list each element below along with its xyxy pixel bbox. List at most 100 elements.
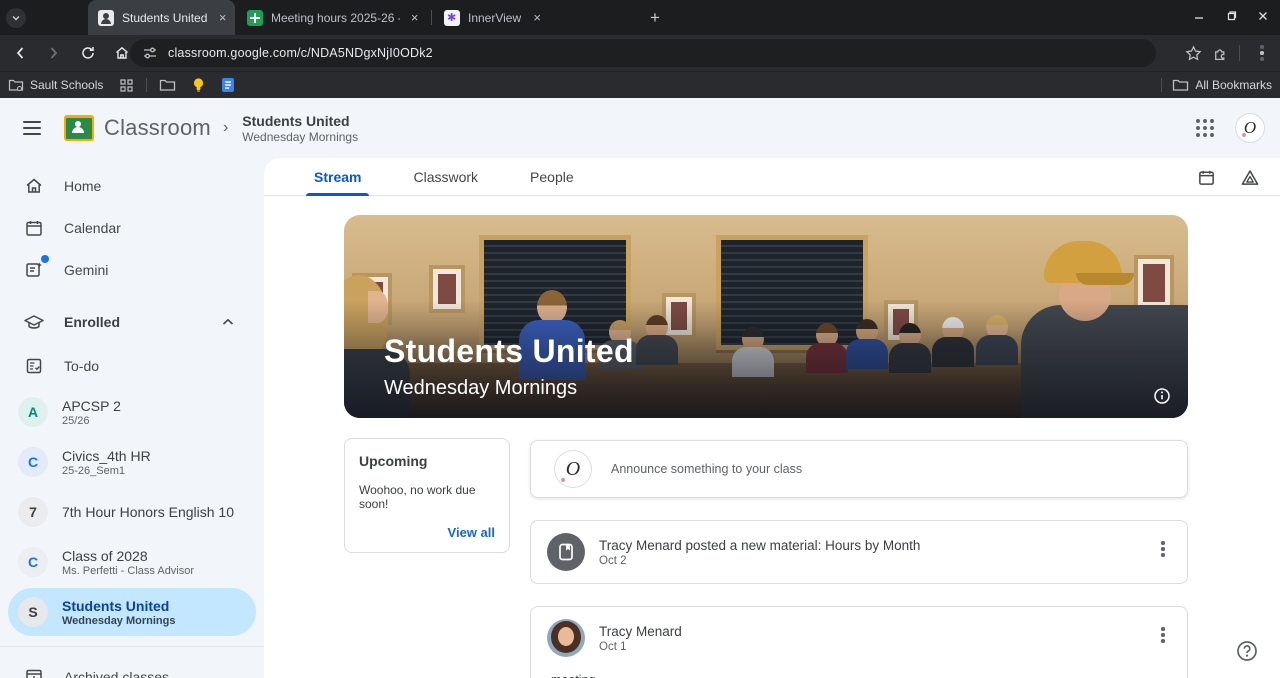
apps-grid-icon <box>120 78 133 92</box>
google-apps-button[interactable] <box>1196 119 1214 137</box>
tab-close-icon[interactable]: × <box>218 10 227 26</box>
info-icon <box>1154 388 1170 404</box>
window-restore-button[interactable] <box>1214 0 1248 32</box>
bookmark-star-button[interactable] <box>1185 44 1202 62</box>
banner-subtitle: Wednesday Mornings <box>384 377 578 399</box>
sidebar-item-gemini[interactable]: Gemini <box>8 250 256 290</box>
archive-icon <box>26 669 42 678</box>
sidebar-class-apcsp2[interactable]: A APCSP 2 25/26 <box>8 388 256 436</box>
collapse-chevron-icon[interactable] <box>222 318 234 326</box>
announcement-placeholder: Announce something to your class <box>611 462 803 476</box>
class-avatar: S <box>18 597 48 627</box>
tab-search-button[interactable] <box>6 8 26 28</box>
home-icon <box>116 46 128 59</box>
stream-item-post[interactable]: Tracy Menard Oct 1 meeting <box>530 606 1188 678</box>
site-controls-icon[interactable] <box>142 45 158 61</box>
todo-list-icon <box>26 358 42 374</box>
main-menu-button[interactable] <box>12 108 52 148</box>
help-button[interactable] <box>1234 638 1259 663</box>
tab-stream[interactable]: Stream <box>292 158 383 196</box>
announcement-composer[interactable]: O Announce something to your class <box>530 440 1188 498</box>
kebab-icon <box>1161 628 1165 642</box>
window-close-button[interactable] <box>1246 0 1280 32</box>
docs-icon <box>222 78 235 92</box>
browser-tab-innerview[interactable]: InnerView × <box>434 0 630 35</box>
sidebar-class-students-united[interactable]: S Students United Wednesday Mornings <box>8 588 256 636</box>
back-button[interactable] <box>6 39 34 67</box>
kebab-icon <box>1260 46 1264 60</box>
sidebar-item-calendar[interactable]: Calendar <box>8 208 256 248</box>
course-nav-tabs: Stream Classwork People <box>264 158 1280 196</box>
upcoming-card: Upcoming Woohoo, no work due soon! View … <box>344 438 510 553</box>
tab-label: Classwork <box>413 168 479 185</box>
sidebar-class-civics[interactable]: C Civics_4th HR 25-26_Sem1 <box>8 438 256 486</box>
gemini-new-badge <box>41 255 49 263</box>
minimize-icon <box>1195 17 1203 19</box>
tab-strip: Students United Wednesday M × Meeting ho… <box>0 0 1280 35</box>
classroom-logo-icon[interactable] <box>64 115 94 141</box>
calendar-icon <box>26 221 42 236</box>
bookmarks-separator <box>146 78 148 92</box>
bookmark-docs[interactable] <box>213 72 243 99</box>
stream-item-title: Tracy Menard posted a new material: Hour… <box>599 537 921 553</box>
reload-button[interactable] <box>74 39 102 67</box>
bookmark-lightbulb[interactable] <box>184 72 213 99</box>
class-sub: Wednesday Mornings <box>62 614 176 627</box>
stream-item-menu-button[interactable] <box>1151 623 1175 647</box>
sidebar-section-enrolled[interactable]: Enrolled <box>8 300 256 344</box>
new-tab-button[interactable]: + <box>644 7 666 29</box>
sidebar-section-label: Enrolled <box>64 314 121 330</box>
stream-scroll-area[interactable]: Students United Wednesday Mornings Upcom… <box>264 196 1280 678</box>
innerview-favicon <box>444 9 460 26</box>
view-all-link[interactable]: View all <box>359 525 495 540</box>
sidebar-label: Home <box>64 178 102 194</box>
class-sub: Ms. Perfetti - Class Advisor <box>62 564 195 577</box>
forward-button[interactable] <box>40 39 68 67</box>
class-name: Class of 2028 <box>62 547 148 564</box>
stream-item-material[interactable]: Tracy Menard posted a new material: Hour… <box>530 520 1188 584</box>
classroom-app-name[interactable]: Classroom <box>104 115 211 141</box>
window-minimize-button[interactable] <box>1182 0 1216 32</box>
course-subtitle: Wednesday Mornings <box>242 129 359 144</box>
bookmark-folder[interactable] <box>151 72 184 99</box>
sidebar-class-2028[interactable]: C Class of 2028 Ms. Perfetti - Class Adv… <box>8 538 256 586</box>
class-name: Civics_4th HR <box>62 447 151 464</box>
drive-folder-icon <box>1241 169 1259 185</box>
graduation-cap-icon <box>24 315 44 329</box>
drive-folder-button[interactable] <box>1240 168 1260 187</box>
browser-menu-button[interactable] <box>1250 41 1274 65</box>
tab-close-icon[interactable]: × <box>529 10 545 26</box>
class-avatar: C <box>18 547 48 577</box>
class-sub: 25/26 <box>62 414 90 427</box>
calendar-toolbar-button[interactable] <box>1197 168 1216 187</box>
breadcrumb-course[interactable]: Students United Wednesday Mornings <box>242 113 358 144</box>
address-bar[interactable]: classroom.google.com/c/NDA5NDgxNjI0ODk2 <box>130 39 1156 67</box>
browser-tab-meeting-hours[interactable]: Meeting hours 2025-26 - Goog × <box>237 0 429 35</box>
tab-close-icon[interactable]: × <box>408 10 421 26</box>
url-text: classroom.google.com/c/NDA5NDgxNjI0ODk2 <box>168 46 433 60</box>
banner-info-button[interactable] <box>1150 384 1174 408</box>
close-icon <box>1259 12 1267 20</box>
sidebar-item-archived[interactable]: Archived classes <box>8 657 256 678</box>
browser-tab-students-united[interactable]: Students United Wednesday M × <box>88 0 235 35</box>
sidebar-label: Archived classes <box>64 669 170 678</box>
reload-icon <box>82 47 94 59</box>
sidebar-divider <box>0 646 264 647</box>
post-body: meeting <box>531 669 1187 678</box>
managed-bookmarks-folder[interactable]: Sault Schools <box>0 72 111 99</box>
sidebar-class-english10[interactable]: 7 7th Hour Honors English 10 <box>8 488 256 536</box>
tab-people[interactable]: People <box>508 158 596 196</box>
profile-avatar[interactable]: O <box>1236 114 1264 142</box>
help-icon <box>1236 640 1257 661</box>
bookmark-apps-shortcut[interactable] <box>111 72 142 99</box>
extensions-button[interactable] <box>1212 45 1229 62</box>
extensions-puzzle-icon <box>1215 48 1225 60</box>
sidebar-item-home[interactable]: Home <box>8 166 256 206</box>
stream-item-menu-button[interactable] <box>1151 537 1175 561</box>
tab-classwork[interactable]: Classwork <box>391 158 500 196</box>
all-bookmarks-label[interactable]: All Bookmarks <box>1195 78 1272 92</box>
sidebar-item-todo[interactable]: To-do <box>8 346 256 386</box>
sidebar-label: To-do <box>64 358 100 374</box>
course-banner: Students United Wednesday Mornings <box>344 215 1188 418</box>
stream-item-date: Oct 2 <box>599 554 627 567</box>
